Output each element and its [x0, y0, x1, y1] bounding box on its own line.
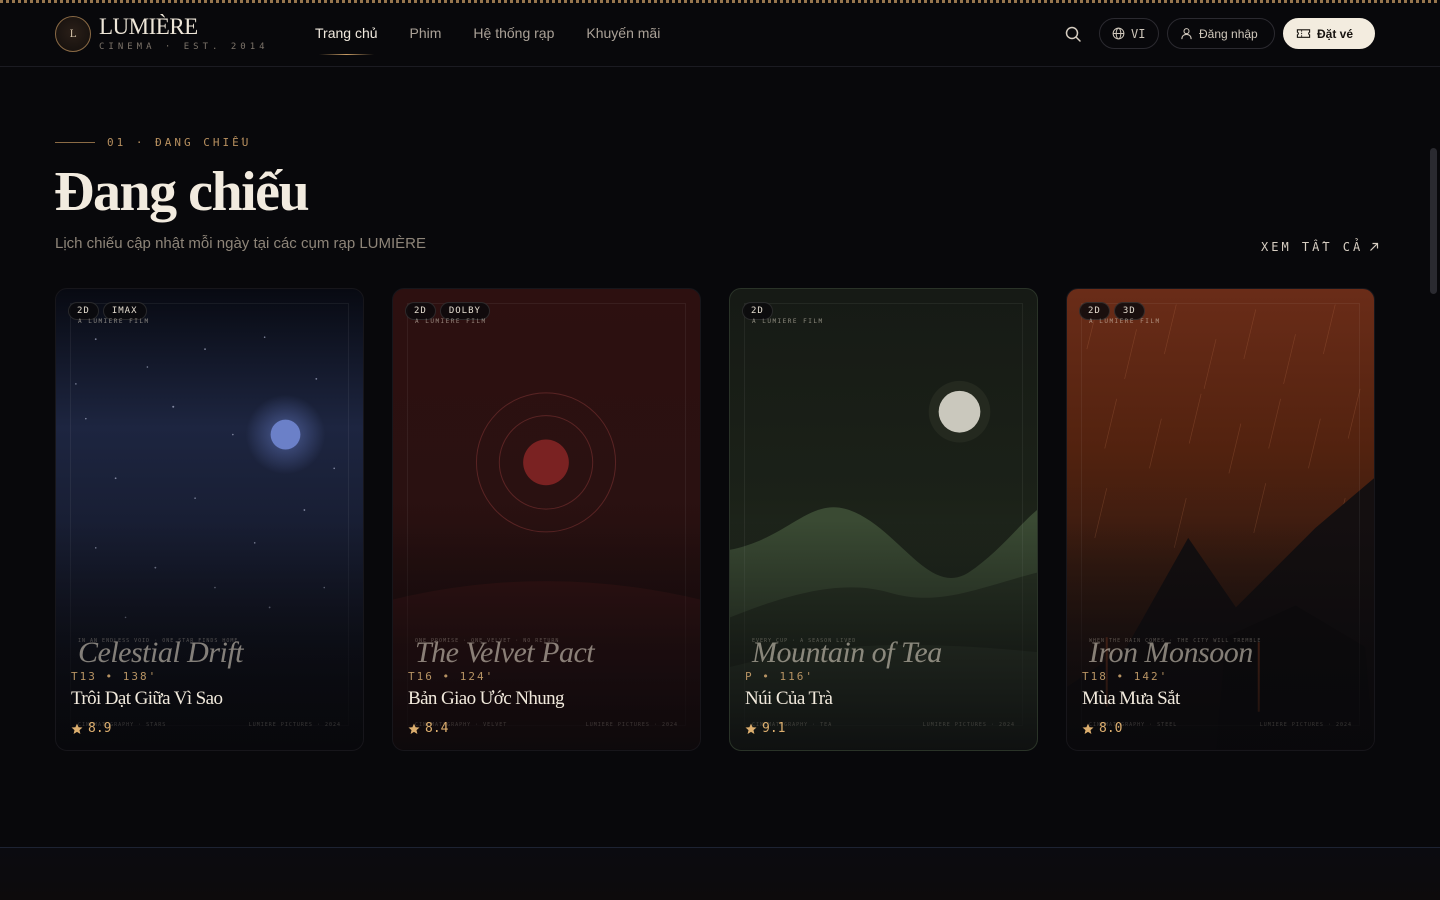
brand-name[interactable]: LUMIÈRE [99, 14, 198, 40]
movie-rating: 8.0 [1082, 721, 1122, 736]
movie-card[interactable]: 2D DOLBY A LUMIERE FILM ONE PROMISE · ON… [392, 288, 701, 751]
see-all-link[interactable]: XEM TẤT CẢ [1261, 240, 1379, 254]
movie-title[interactable]: Mùa Mưa Sắt [1082, 688, 1180, 710]
poster-fade [1067, 520, 1374, 750]
eyebrow-line [55, 142, 95, 143]
poster-studio: A LUMIERE FILM [415, 318, 487, 325]
section-title: Đang chiếu [54, 161, 310, 223]
rating-value: 8.9 [88, 721, 112, 736]
page-scrollbar[interactable] [1430, 148, 1437, 294]
movie-card[interactable]: 2D IMAX A LUMIERE FILM IN AN ENDLESS VOI… [55, 288, 364, 751]
nav-item-promotions[interactable]: Khuyến mãi [586, 25, 660, 55]
poster-fade [56, 520, 363, 750]
movie-meta: T16 • 124' [408, 670, 495, 683]
star-icon [408, 723, 420, 734]
star-icon [745, 723, 757, 734]
book-label: Đặt vé [1317, 26, 1354, 41]
poster-title: Celestial Drift [78, 636, 244, 669]
movie-rating: 8.4 [408, 721, 448, 736]
movie-meta: T18 • 142' [1082, 670, 1169, 683]
poster-credits: CINEMATOGRAPHY · STARS LUMIERE PICTURES … [78, 722, 341, 728]
movie-title[interactable]: Trôi Dạt Giữa Vì Sao [71, 688, 223, 710]
ticket-icon [1296, 29, 1311, 38]
rating-value: 8.4 [425, 721, 449, 736]
poster-fade [393, 520, 700, 750]
credits-right: LUMIERE PICTURES · 2024 [1259, 722, 1352, 728]
logo-mark[interactable]: L [55, 16, 91, 52]
movie-card[interactable]: 2D 3D A LUMIERE FILM WHEN THE RAIN COMES… [1066, 288, 1375, 751]
poster-studio: A LUMIERE FILM [1089, 318, 1161, 325]
poster-title: Iron Monsoon [1089, 636, 1253, 669]
poster-credits: CINEMATOGRAPHY · TEA LUMIERE PICTURES · … [752, 722, 1015, 728]
credits-right: LUMIERE PICTURES · 2024 [248, 722, 341, 728]
movie-title[interactable]: Núi Của Trà [745, 688, 833, 710]
movie-card[interactable]: 2D A LUMIERE FILM EVERY CUP · A SEASON L… [729, 288, 1038, 751]
rating-value: 9.1 [762, 721, 786, 736]
poster-title: Mountain of Tea [752, 636, 942, 669]
section-description: Lịch chiếu cập nhật mỗi ngày tại các cụm… [55, 235, 427, 252]
login-label: Đăng nhập [1199, 26, 1258, 41]
movie-meta: P • 116' [745, 670, 814, 683]
movie-meta: T13 • 138' [71, 670, 158, 683]
star-icon [71, 723, 83, 734]
movie-rating: 8.9 [71, 721, 111, 736]
language-label: VI [1131, 26, 1146, 41]
nav-item-movies[interactable]: Phim [410, 25, 442, 55]
book-ticket-button[interactable]: Đặt vé [1283, 18, 1375, 49]
poster-fade [730, 520, 1037, 750]
language-switcher[interactable]: VI [1099, 18, 1159, 49]
rating-value: 8.0 [1099, 721, 1123, 736]
nav-item-cinemas[interactable]: Hệ thống rạp [473, 25, 554, 55]
login-button[interactable]: Đăng nhập [1167, 18, 1275, 49]
movie-rating: 9.1 [745, 721, 785, 736]
user-icon [1181, 28, 1192, 40]
poster-studio: A LUMIERE FILM [752, 318, 824, 325]
search-icon[interactable] [1064, 25, 1082, 43]
globe-icon [1112, 27, 1125, 40]
credits-right: LUMIERE PICTURES · 2024 [585, 722, 678, 728]
nav-item-home[interactable]: Trang chủ [315, 25, 378, 55]
poster-studio: A LUMIERE FILM [78, 318, 150, 325]
main-nav: Trang chủ Phim Hệ thống rạp Khuyến mãi [315, 25, 660, 55]
poster-credits: CINEMATOGRAPHY · STEEL LUMIERE PICTURES … [1089, 722, 1352, 728]
star-icon [1082, 723, 1094, 734]
see-all-label: XEM TẤT CẢ [1261, 240, 1364, 254]
credits-right: LUMIERE PICTURES · 2024 [922, 722, 1015, 728]
poster-credits: CINEMATOGRAPHY · VELVET LUMIERE PICTURES… [415, 722, 678, 728]
movie-title[interactable]: Bản Giao Ước Nhung [408, 688, 565, 710]
brand-tagline: CINEMA · EST. 2014 [99, 42, 269, 52]
poster-title: The Velvet Pact [415, 636, 595, 669]
site-header: L LUMIÈRE CINEMA · EST. 2014 Trang chủ P… [0, 3, 1440, 67]
section-eyebrow: 01 · ĐANG CHIẾU [107, 136, 252, 149]
arrow-up-right-icon [1370, 242, 1379, 251]
next-section-edge [0, 847, 1440, 900]
